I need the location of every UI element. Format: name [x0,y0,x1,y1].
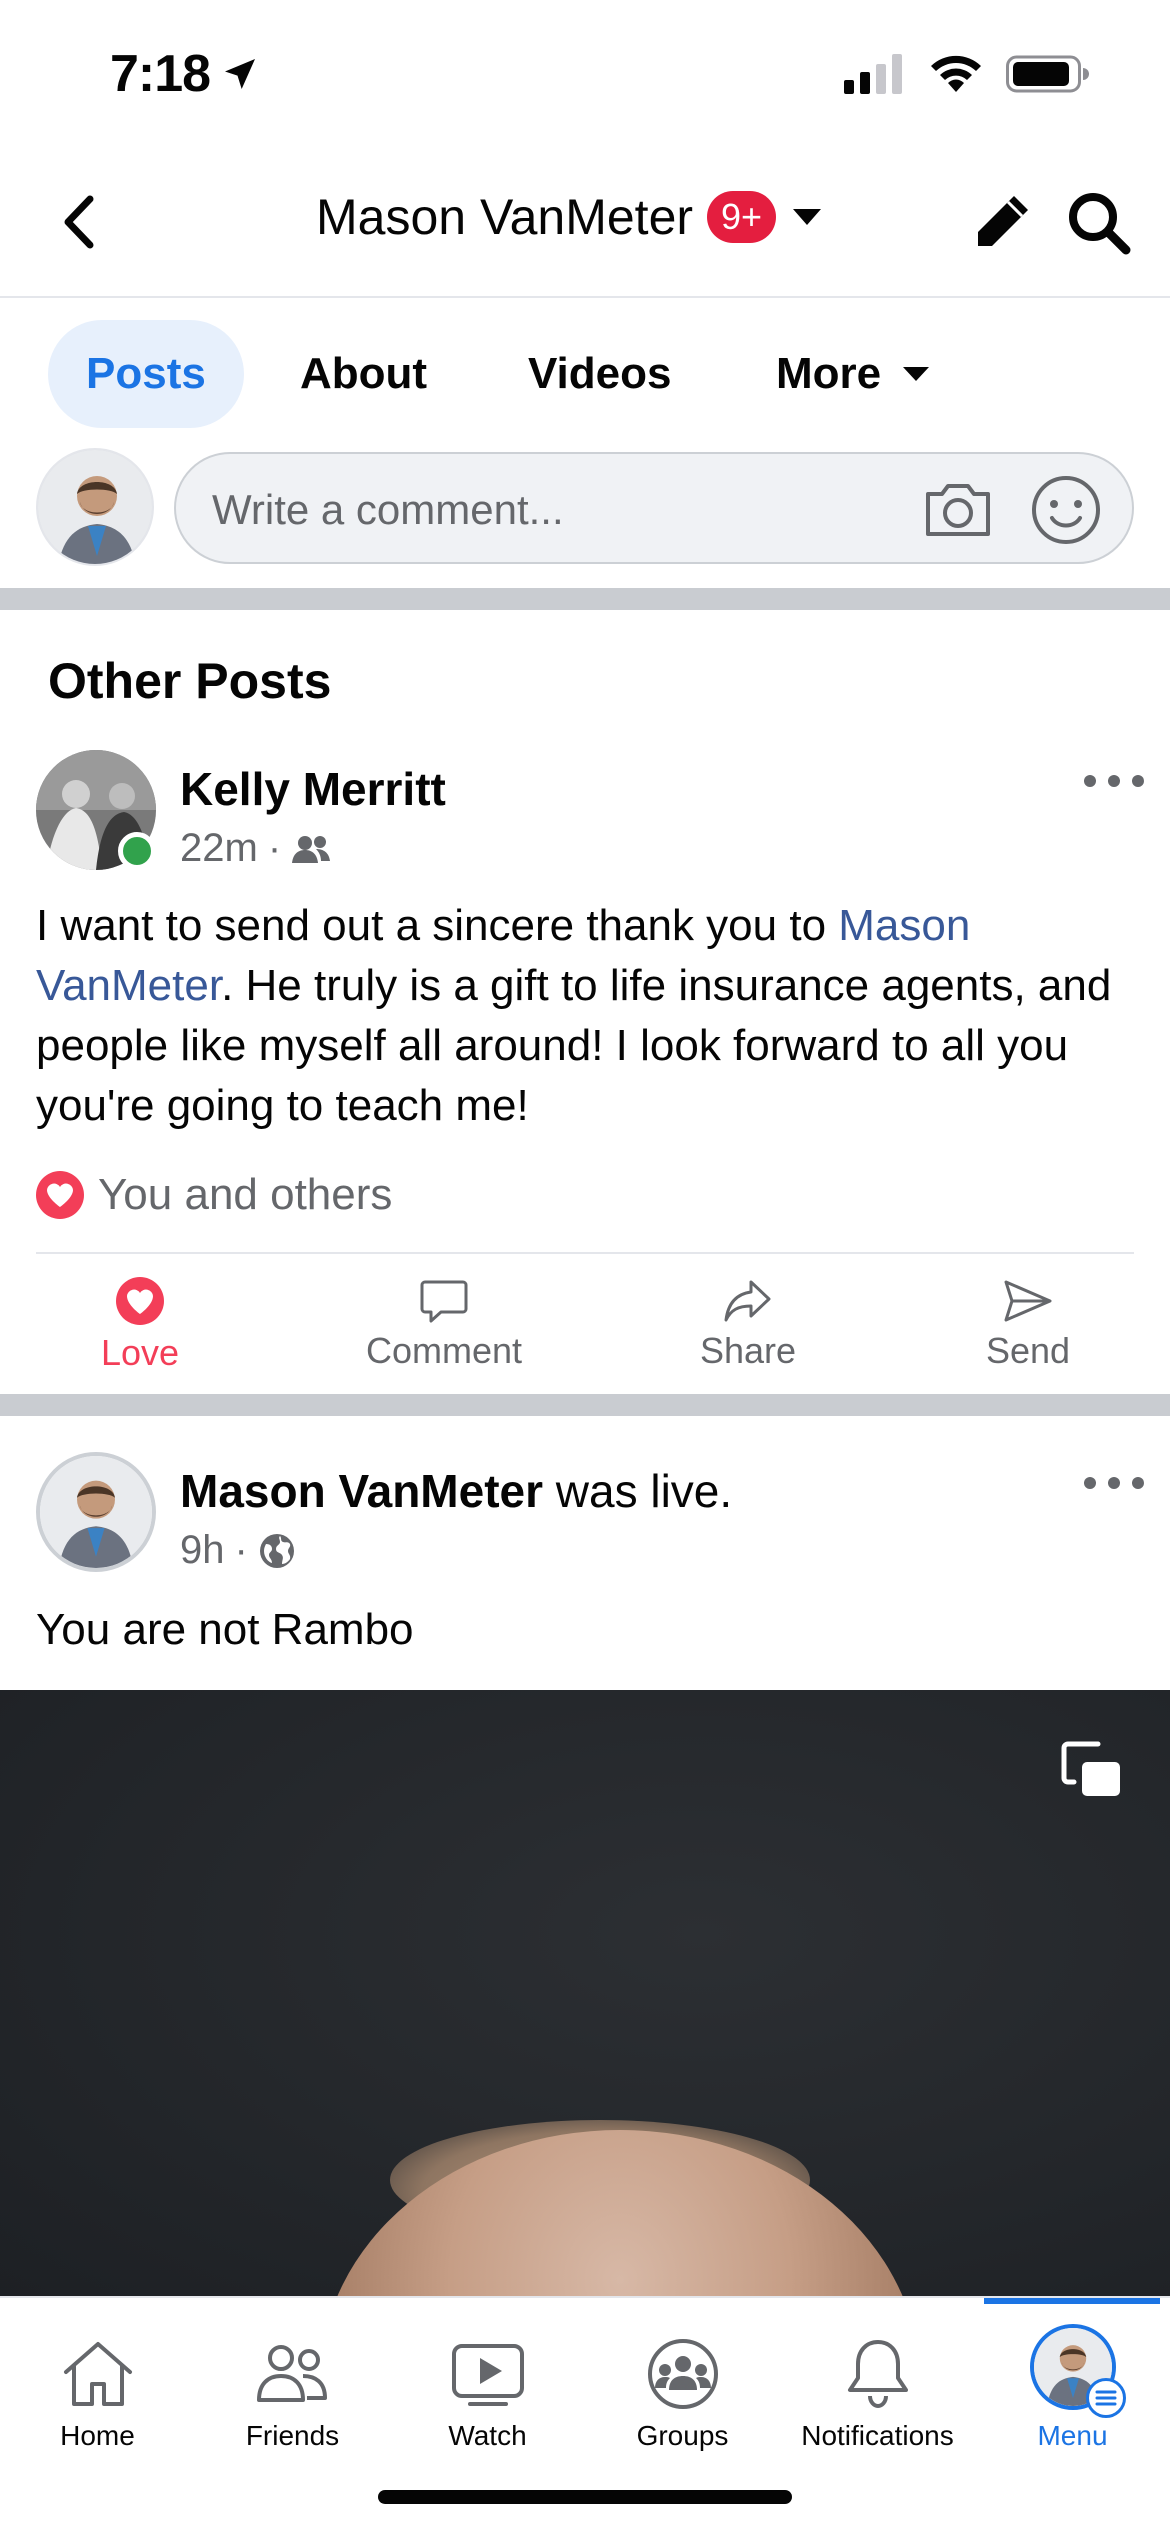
meta-separator: · [267,826,282,870]
section-divider [0,1394,1170,1416]
nav-label: Friends [245,2420,340,2451]
nav-watch[interactable]: Watch [390,2298,585,2458]
comment-input-container [174,452,1134,564]
picture-in-picture-button[interactable] [1060,1740,1124,1800]
home-indicator [378,2490,792,2504]
groups-icon [647,2339,718,2409]
meta-separator: · [234,1528,248,1572]
edit-button[interactable] [970,190,1034,254]
action-label: Love [100,1332,180,1373]
nav-groups[interactable]: Groups [585,2298,780,2458]
nav-label: Watch [448,2420,527,2451]
divider [36,1252,1134,1254]
post-author-name[interactable]: Kelly Merritt [180,762,446,816]
tab-label: Videos [528,349,672,398]
bell-icon [847,2340,908,2409]
action-label: Comment [365,1330,523,1371]
friends-icon [256,2345,327,2402]
tab-label: Posts [86,349,206,398]
comment-icon [420,1280,468,1323]
caret-down-icon [793,209,822,225]
tab-about[interactable]: About [262,320,465,428]
menu-lines-icon [1085,2378,1126,2418]
post-author-name[interactable]: Mason VanMeter [180,1465,543,1517]
send-icon [1004,1280,1052,1322]
tab-videos[interactable]: Videos [490,320,709,428]
share-icon [724,1280,771,1322]
love-button[interactable]: Love [40,1270,240,1380]
page-title: Mason VanMeter [316,189,694,245]
post-header-line: Mason VanMeter was live. [180,1464,732,1518]
menu-avatar [1029,2324,1126,2418]
watch-icon [451,2344,524,2406]
back-button[interactable] [50,192,110,252]
section-divider [0,588,1170,610]
profile-photo [40,1456,152,1568]
nav-home[interactable]: Home [0,2298,195,2458]
location-arrow-icon [225,59,256,89]
battery-icon [1006,55,1089,93]
nav-label: Groups [636,2420,729,2451]
smiley-icon [1032,476,1100,544]
share-button[interactable]: Share [648,1270,848,1380]
author-avatar[interactable] [36,1452,156,1572]
globe-icon [259,1533,294,1568]
friends-icon [292,835,331,863]
home-icon [63,2342,132,2406]
post-text: You are not Rambo [36,1605,414,1654]
notification-badge: 9+ [707,191,777,243]
page-header: Mason VanMeter 9+ [0,150,1170,298]
picture-in-picture-icon [1061,1741,1120,1796]
love-icon [116,1277,164,1325]
emoji-button[interactable] [1024,468,1108,552]
post-meta: 9h · [180,1528,296,1573]
tab-label: More [776,349,882,398]
post-actions: Love Comment Share Send [0,1270,1170,1380]
cellular-signal-icon [844,54,902,94]
status-time: 7:18 [110,45,211,103]
comment-button[interactable]: Comment [344,1270,544,1380]
camera-icon [926,484,990,536]
header-title-button[interactable]: Mason VanMeter 9+ [316,188,824,246]
comment-input[interactable] [212,480,852,540]
status-bar: 7:18 [0,0,1170,150]
post-time[interactable]: 22m [180,826,258,871]
chevron-left-icon [64,195,94,249]
reactions-summary[interactable]: You and others [36,1170,392,1220]
nav-label: Menu [1037,2420,1108,2451]
profile-tabs: Posts About Videos More [0,320,1170,430]
post-options-button[interactable] [1084,1468,1144,1498]
post-text: I want to send out a sincere thank you t… [36,896,1136,1136]
love-reaction-icon [36,1171,84,1219]
nav-friends[interactable]: Friends [195,2298,390,2458]
post-time[interactable]: 9h [180,1528,225,1573]
tab-posts[interactable]: Posts [48,320,244,428]
tab-more[interactable]: More [738,320,969,428]
search-button[interactable] [1064,188,1134,258]
search-icon [1069,193,1131,255]
action-label: Share [699,1330,797,1371]
reactions-text: You and others [98,1170,393,1219]
profile-photo [38,450,152,564]
live-video-player[interactable] [0,1690,1170,2300]
post-action-text: was live. [543,1465,733,1517]
post-options-button[interactable] [1084,766,1144,796]
nav-notifications[interactable]: Notifications [780,2298,975,2458]
tab-label: About [300,349,428,398]
caret-down-icon [903,367,930,381]
nav-label: Home [60,2420,135,2451]
wifi-icon [931,55,981,92]
comment-composer [0,448,1170,588]
camera-button[interactable] [918,470,998,550]
send-button[interactable]: Send [928,1270,1128,1380]
nav-label: Notifications [801,2420,954,2451]
online-status-indicator [118,832,156,870]
section-title: Other Posts [48,653,332,709]
pencil-icon [978,196,1028,246]
action-label: Send [985,1330,1071,1371]
nav-menu[interactable]: Menu [975,2298,1170,2458]
post-meta: 22m · [180,826,331,871]
post-text-part: I want to send out a sincere thank you t… [36,901,839,950]
current-user-avatar[interactable] [36,448,154,566]
